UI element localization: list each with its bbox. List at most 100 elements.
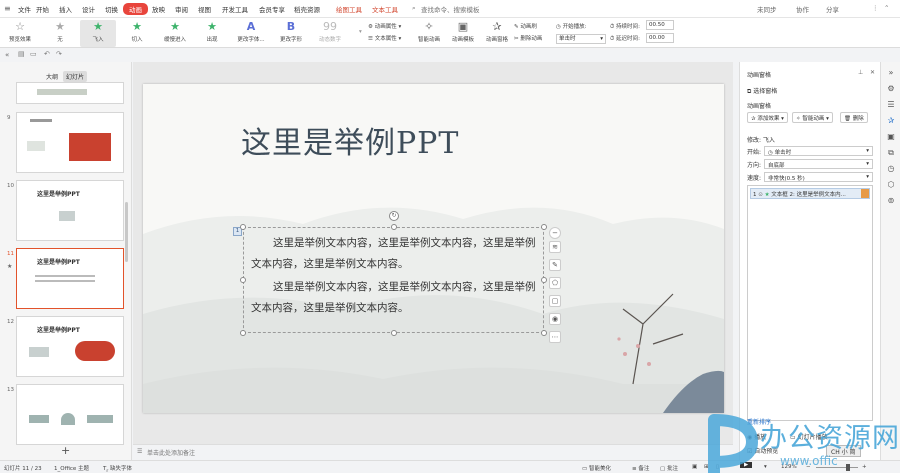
shield-icon[interactable]: ⬡ xyxy=(886,180,896,190)
folder-icon[interactable]: ▭ xyxy=(30,50,37,58)
sync-status[interactable]: 未同步 xyxy=(757,4,777,14)
more-icon[interactable]: ⋮ xyxy=(872,4,879,12)
slide-thumbnail[interactable] xyxy=(16,82,124,104)
slide[interactable]: 这里是举例PPT 1 ↻ 这里是举例文本内容，这里是举例文本内容，这里是举例文本… xyxy=(143,84,724,413)
smart-animation-button[interactable]: ✧ 智能动画 xyxy=(414,20,444,47)
gallery-scroll-icon[interactable]: ▾ xyxy=(359,29,362,35)
smart-beautify-button[interactable]: ▭ 智能美化 xyxy=(582,464,611,472)
menu-animation[interactable]: 动画 xyxy=(123,3,148,15)
anim-property-button[interactable]: ⚙ 动画属性 ▾ xyxy=(368,22,401,30)
tab-outline[interactable]: 大纲 xyxy=(46,72,58,81)
resize-handle[interactable] xyxy=(240,224,246,230)
effect-cut-in[interactable]: ★ 切入 xyxy=(120,20,154,47)
body-paragraph-1[interactable]: 这里是举例文本内容，这里是举例文本内容，这里是举例文本内容，这里是举例文本内容。 xyxy=(251,233,541,275)
save-icon[interactable]: ▤ xyxy=(18,50,25,58)
delete-anim-button[interactable]: 🗑 删除 xyxy=(840,112,868,123)
menu-member[interactable]: 会员专享 xyxy=(259,4,285,14)
delay-input[interactable]: 00.00 xyxy=(646,33,674,43)
comment-button[interactable]: ▢ 批注 xyxy=(660,464,678,472)
select-pane-link[interactable]: ⧉ 选择窗格 xyxy=(747,86,777,96)
effect-fly-in[interactable]: ★ 飞入 xyxy=(80,20,116,47)
menu-slideshow[interactable]: 放映 xyxy=(152,4,165,14)
notes-placeholder[interactable]: 单击此处添加备注 xyxy=(147,448,195,457)
anim-template-button[interactable]: ▣ 动画模板 xyxy=(448,20,478,47)
slide-thumbnail[interactable]: 这里是举例PPT xyxy=(16,316,124,377)
effect-change-style[interactable]: B 更改字形 xyxy=(274,20,308,47)
share-button[interactable]: 分享 xyxy=(826,4,839,14)
resize-handle[interactable] xyxy=(541,224,547,230)
menu-design[interactable]: 设计 xyxy=(82,4,95,14)
duration-input[interactable]: 00.50 xyxy=(646,20,674,30)
resize-handle[interactable] xyxy=(391,224,397,230)
collab-button[interactable]: 协作 xyxy=(796,4,809,14)
more-options-icon[interactable]: ⋯ xyxy=(549,331,561,343)
menu-icon[interactable]: ≡ xyxy=(4,4,11,13)
slide-thumbnail[interactable] xyxy=(16,112,124,173)
start-play-select[interactable]: 单击时 ▾ xyxy=(556,34,606,44)
image-icon[interactable]: ▣ xyxy=(886,132,896,142)
frame-icon[interactable]: ▢ xyxy=(549,295,561,307)
normal-view-icon[interactable]: ▣ xyxy=(692,464,697,470)
effect-slow-in[interactable]: ★ 缓慢进入 xyxy=(158,20,192,47)
close-icon[interactable]: ✕ xyxy=(870,69,875,76)
menu-drawing-tools[interactable]: 绘图工具 xyxy=(336,4,362,14)
animation-list-item[interactable]: 1 ⊙ ★ 文本框 2: 这里是举例文本内... xyxy=(750,188,870,199)
slide-thumbnail[interactable] xyxy=(16,384,124,445)
smart-anim-pane-button[interactable]: ✧ 智能动画 ▾ xyxy=(792,112,833,123)
sliders-icon[interactable]: ☰ xyxy=(886,100,896,110)
clock-icon[interactable]: ◷ xyxy=(886,164,896,174)
resize-handle[interactable] xyxy=(541,277,547,283)
anim-pane-button[interactable]: ✰ 动画窗格 xyxy=(482,20,512,47)
resize-handle[interactable] xyxy=(240,277,246,283)
start-select[interactable]: ◷ 单击时 ▾ xyxy=(764,146,873,156)
animation-icon[interactable]: ✰ xyxy=(886,116,896,126)
remove-anim-button[interactable]: ✂ 删除动画 xyxy=(514,34,542,42)
direction-select[interactable]: 自底部 ▾ xyxy=(764,159,873,169)
bulb-icon[interactable]: ◉ xyxy=(549,313,561,325)
add-slide-button[interactable]: + xyxy=(61,444,70,457)
effect-appear[interactable]: ★ 出现 xyxy=(196,20,228,47)
collapse-icon[interactable]: » xyxy=(886,68,896,78)
property-icon[interactable]: ⚙ xyxy=(886,84,896,94)
effect-none[interactable]: ★ 无 xyxy=(44,20,76,47)
slide-thumbnail-selected[interactable]: 这里是举例PPT xyxy=(16,248,124,309)
add-effect-button[interactable]: ✰ 添加效果 ▾ xyxy=(747,112,788,123)
effect-dynamic-number[interactable]: 99 动态数字 xyxy=(310,20,350,47)
resize-handle[interactable] xyxy=(391,330,397,336)
layers-icon[interactable]: ≋ xyxy=(549,241,561,253)
collapse-icon[interactable]: ⌃ xyxy=(884,4,889,12)
notes-button[interactable]: ≡ 备注 xyxy=(632,464,649,472)
menu-view[interactable]: 视图 xyxy=(198,4,211,14)
thumbnail-scrollbar[interactable] xyxy=(125,202,128,262)
redo-icon[interactable]: ↷ xyxy=(56,50,62,58)
menu-text-tools[interactable]: 文本工具 xyxy=(372,4,398,14)
command-search[interactable]: 查找命令、搜索模板 xyxy=(421,4,480,14)
resize-handle[interactable] xyxy=(240,330,246,336)
effect-change-font[interactable]: A 更改字体... xyxy=(232,20,270,47)
shape-icon[interactable]: ⬠ xyxy=(549,277,561,289)
menu-review[interactable]: 审阅 xyxy=(175,4,188,14)
menu-home[interactable]: 开始 xyxy=(36,4,49,14)
missing-font-button[interactable]: Tr 缺失字体 xyxy=(103,464,132,473)
menu-docer[interactable]: 稻壳资源 xyxy=(294,4,320,14)
search-icon[interactable]: ⌕ xyxy=(412,4,416,13)
collapse-float-icon[interactable]: − xyxy=(549,227,561,239)
slide-title[interactable]: 这里是举例PPT xyxy=(241,118,459,162)
anim-brush-button[interactable]: ✎ 动画刷 xyxy=(514,22,537,30)
slide-thumbnail[interactable]: 这里是举例PPT xyxy=(16,180,124,241)
preview-effect-button[interactable]: ☆ 预览效果 xyxy=(3,20,37,47)
tab-slides[interactable]: 幻灯片 xyxy=(63,71,88,82)
pen-icon[interactable]: ✎ xyxy=(549,259,561,271)
resize-handle[interactable] xyxy=(541,330,547,336)
location-icon[interactable]: ⊚ xyxy=(886,196,896,206)
pin-icon[interactable]: ⊥ xyxy=(858,69,863,76)
menu-file[interactable]: 文件 xyxy=(18,4,31,14)
collapse-panel-icon[interactable]: « xyxy=(5,51,9,59)
menu-devtools[interactable]: 开发工具 xyxy=(222,4,248,14)
rotate-handle[interactable]: ↻ xyxy=(389,211,399,221)
body-paragraph-2[interactable]: 这里是举例文本内容，这里是举例文本内容，这里是举例文本内容，这里是举例文本内容。 xyxy=(251,277,541,319)
menu-insert[interactable]: 插入 xyxy=(59,4,72,14)
menu-transition[interactable]: 切换 xyxy=(105,4,118,14)
copy-icon[interactable]: ⧉ xyxy=(886,148,896,158)
speed-select[interactable]: 非常快(0.5 秒) ▾ xyxy=(764,172,873,182)
